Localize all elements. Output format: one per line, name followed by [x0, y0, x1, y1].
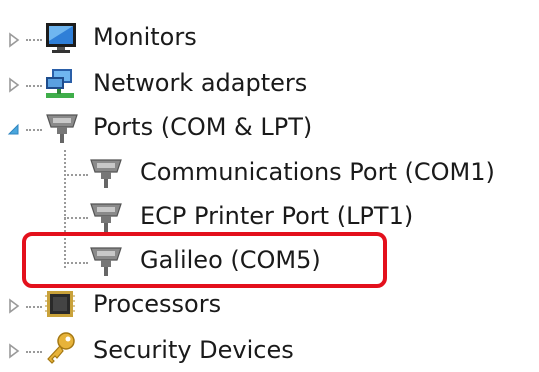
tree-item-ports[interactable]: Ports (COM & LPT) [0, 109, 539, 149]
tree-item-monitors[interactable]: Monitors [0, 20, 539, 60]
tree-item-security-devices[interactable]: Security Devices [0, 331, 539, 371]
port-icon [90, 159, 122, 188]
tree-item-lpt1[interactable]: ECP Printer Port (LPT1) [0, 197, 539, 237]
monitor-icon [46, 23, 76, 53]
tree-item-processors[interactable]: Processors [0, 286, 539, 326]
network-adapter-icon [46, 69, 74, 98]
expand-arrow-icon[interactable] [7, 32, 21, 48]
tree-item-label: Ports (COM & LPT) [93, 113, 313, 141]
tree-item-com1[interactable]: Communications Port (COM1) [0, 153, 539, 193]
port-icon [90, 203, 122, 232]
tree-item-label: Network adapters [93, 69, 308, 97]
expand-arrow-icon[interactable] [7, 298, 21, 314]
highlight-box [22, 232, 387, 288]
device-manager-tree: Monitors Network adapters Ports (COM & L… [0, 0, 539, 372]
tree-item-label: Processors [93, 290, 222, 318]
tree-item-label: Communications Port (COM1) [140, 158, 495, 186]
collapse-arrow-icon[interactable] [7, 121, 21, 137]
tree-item-label: Monitors [93, 23, 197, 51]
key-icon [47, 332, 75, 364]
tree-item-label: ECP Printer Port (LPT1) [140, 202, 414, 230]
tree-item-label: Security Devices [93, 336, 294, 364]
expand-arrow-icon[interactable] [7, 77, 21, 93]
port-icon [46, 114, 78, 143]
expand-arrow-icon[interactable] [7, 343, 21, 359]
processor-icon [45, 291, 75, 317]
tree-item-network-adapters[interactable]: Network adapters [0, 65, 539, 105]
